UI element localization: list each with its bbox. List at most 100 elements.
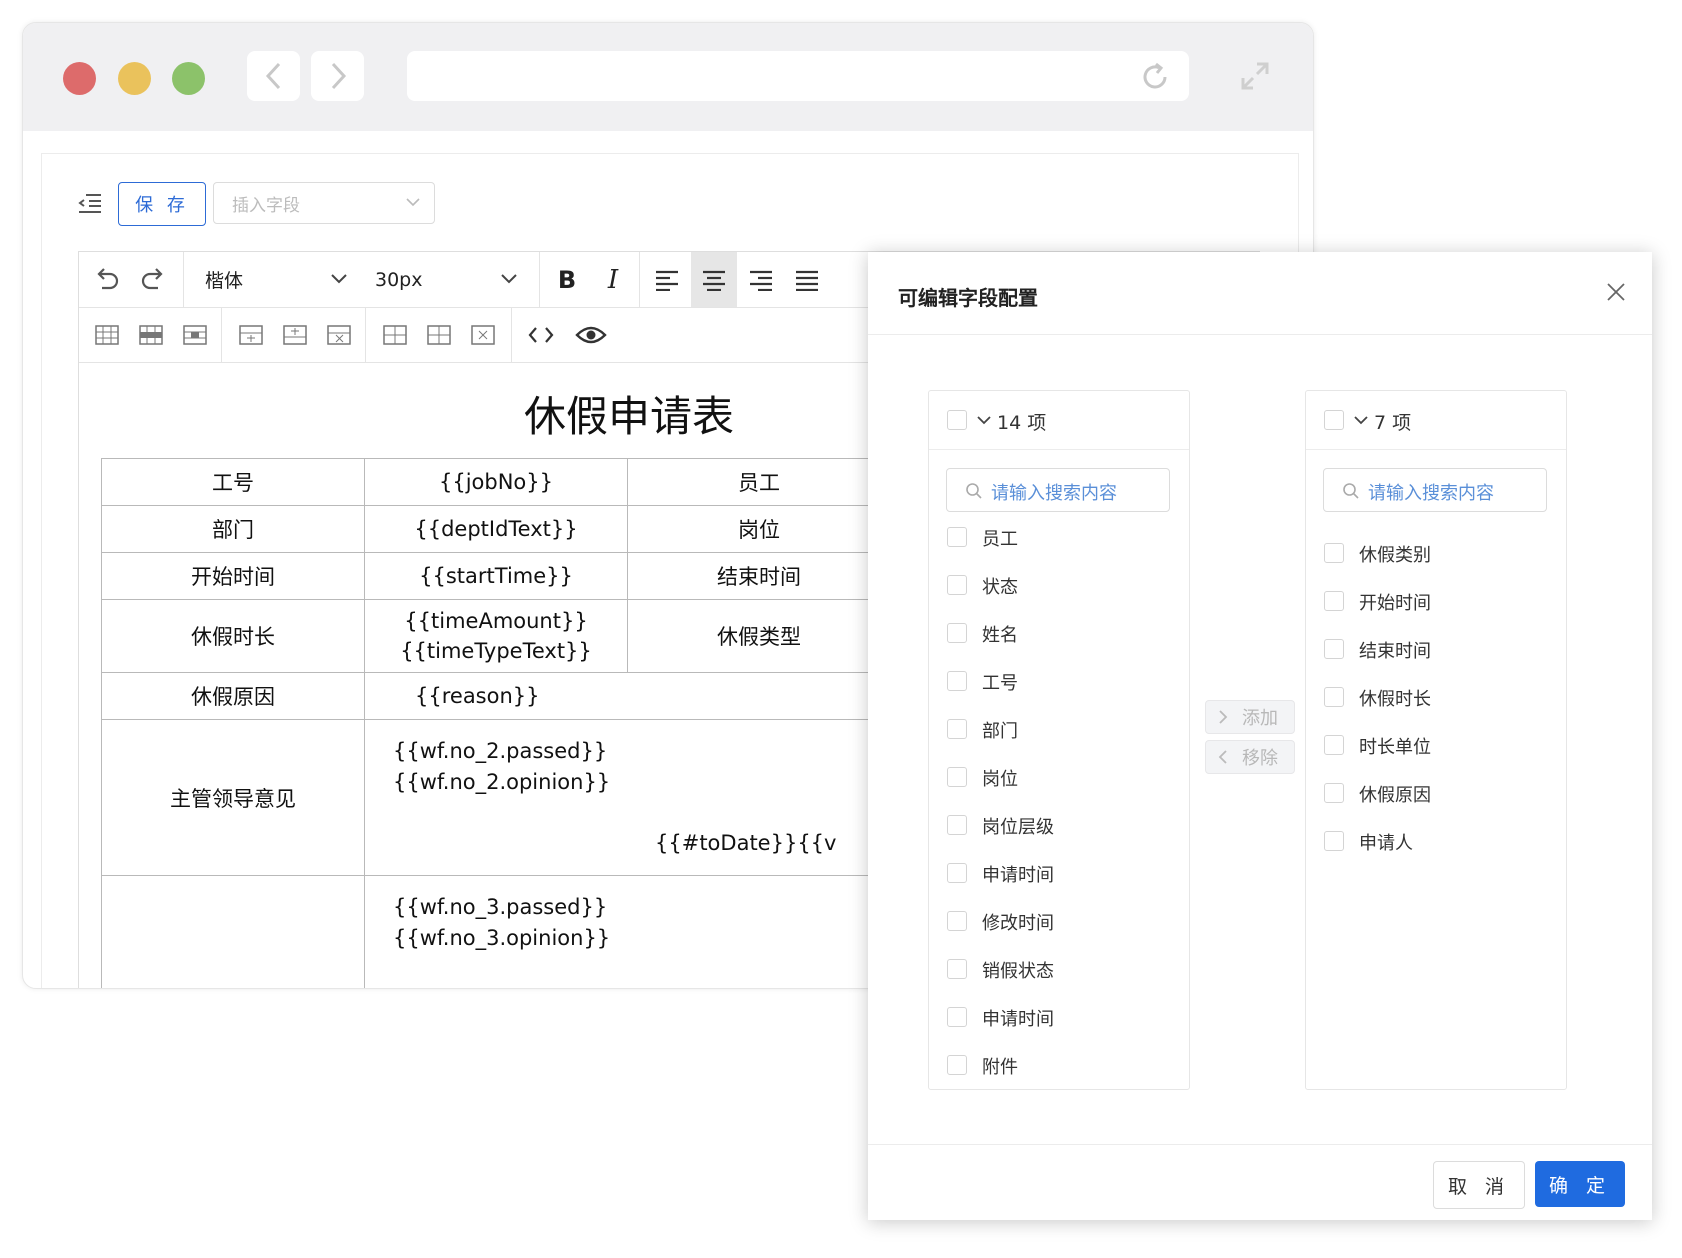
minimize-window-button[interactable] [118,62,151,95]
list-item[interactable]: 开始时间 [1306,582,1566,622]
item-checkbox[interactable] [1324,735,1344,755]
list-item[interactable]: 申请时间 [929,854,1189,894]
code-view-button[interactable] [519,307,563,362]
col-delete-button[interactable] [463,307,503,362]
close-icon[interactable] [1606,282,1626,302]
table-cell[interactable]: 开始时间 [101,552,365,600]
list-item[interactable]: 休假时长 [1306,678,1566,718]
back-button[interactable] [247,51,300,101]
align-justify-button[interactable] [785,252,829,307]
item-checkbox[interactable] [947,959,967,979]
item-checkbox[interactable] [947,863,967,883]
list-item[interactable]: 部门 [929,710,1189,750]
item-checkbox[interactable] [947,815,967,835]
list-item[interactable]: 岗位层级 [929,806,1189,846]
item-checkbox[interactable] [947,767,967,787]
redo-button[interactable] [133,252,173,307]
table-cell[interactable]: {{deptIdText}} [364,505,628,553]
table-cell[interactable]: 部门 [101,505,365,553]
item-checkbox[interactable] [1324,591,1344,611]
bold-button[interactable]: B [545,252,589,307]
table-delete-button[interactable] [175,307,215,362]
select-all-checkbox[interactable] [947,410,967,430]
table-insert-button[interactable] [87,307,127,362]
table-cell[interactable]: {{timeAmount}} {{timeTypeText}} [364,599,628,673]
cancel-button[interactable]: 取 消 [1433,1161,1525,1209]
item-checkbox[interactable] [947,671,967,691]
item-checkbox[interactable] [947,1055,967,1075]
table-cell[interactable]: 员工 [627,458,891,506]
item-checkbox[interactable] [1324,783,1344,803]
confirm-button[interactable]: 确 定 [1535,1161,1625,1207]
list-item[interactable]: 状态 [929,566,1189,606]
row-below-button[interactable] [275,307,315,362]
item-checkbox[interactable] [1324,543,1344,563]
add-button[interactable]: 添加 [1205,700,1295,734]
item-checkbox[interactable] [947,623,967,643]
align-right-button[interactable] [739,252,783,307]
item-checkbox[interactable] [947,719,967,739]
list-item[interactable]: 申请时间 [929,998,1189,1038]
item-checkbox[interactable] [947,1007,967,1027]
col-left-button[interactable] [375,307,415,362]
chevron-down-icon[interactable] [977,415,991,425]
item-checkbox[interactable] [947,575,967,595]
insert-field-select[interactable]: 插入字段 [213,182,435,224]
table-cell[interactable]: 休假时长 [101,599,365,673]
forward-button[interactable] [311,51,364,101]
chevron-down-icon[interactable] [1354,415,1368,425]
save-button[interactable]: 保 存 [118,182,206,226]
list-item[interactable]: 申请人 [1306,822,1566,862]
table-cell[interactable]: 工号 [101,458,365,506]
table-cell[interactable]: 休假原因 [101,672,365,720]
list-item[interactable]: 修改时间 [929,902,1189,942]
list-item[interactable]: 岗位 [929,758,1189,798]
item-label: 休假原因 [1359,785,1431,806]
list-item[interactable]: 结束时间 [1306,630,1566,670]
preview-button[interactable] [567,307,615,362]
list-item[interactable]: 工号 [929,662,1189,702]
align-left-button[interactable] [645,252,689,307]
target-search-input[interactable]: 请输入搜索内容 [1323,468,1547,512]
close-window-button[interactable] [63,62,96,95]
list-item[interactable]: 姓名 [929,614,1189,654]
table-cell[interactable]: 休假类型 [627,599,891,673]
item-checkbox[interactable] [947,527,967,547]
source-panel-header: 14 项 [929,391,1189,450]
table-cell[interactable]: 主管领导意见 [101,719,365,876]
item-checkbox[interactable] [947,911,967,931]
font-size-select[interactable]: 30px [361,252,531,307]
menu-indent-icon[interactable] [78,192,102,214]
list-item[interactable]: 附件 [929,1046,1189,1086]
item-checkbox[interactable] [1324,639,1344,659]
chevron-right-icon [1219,710,1228,724]
address-bar[interactable] [407,51,1189,101]
row-delete-button[interactable] [319,307,359,362]
table-cell[interactable]: 岗位 [627,505,891,553]
item-checkbox[interactable] [1324,687,1344,707]
item-checkbox[interactable] [1324,831,1344,851]
table-header-button[interactable] [131,307,171,362]
table-cell[interactable] [101,875,365,988]
row-above-button[interactable] [231,307,271,362]
list-item[interactable]: 员工 [929,518,1189,558]
select-all-checkbox[interactable] [1324,410,1344,430]
table-cell[interactable]: {{startTime}} [364,552,628,600]
table-cell[interactable]: {{jobNo}} [364,458,628,506]
source-search-input[interactable]: 请输入搜索内容 [946,468,1170,512]
align-center-button[interactable] [691,252,737,307]
chevron-left-icon [265,62,280,90]
list-item[interactable]: 时长单位 [1306,726,1566,766]
undo-button[interactable] [87,252,127,307]
col-right-button[interactable] [419,307,459,362]
list-item[interactable]: 销假状态 [929,950,1189,990]
list-item[interactable]: 休假类别 [1306,534,1566,574]
remove-button[interactable]: 移除 [1205,740,1295,774]
fullscreen-icon[interactable] [1237,58,1273,94]
list-item[interactable]: 休假原因 [1306,774,1566,814]
table-cell[interactable]: 结束时间 [627,552,891,600]
italic-button[interactable]: I [591,252,635,307]
font-family-select[interactable]: 楷体 [191,252,361,307]
reload-icon[interactable] [1139,61,1171,93]
maximize-window-button[interactable] [172,62,205,95]
